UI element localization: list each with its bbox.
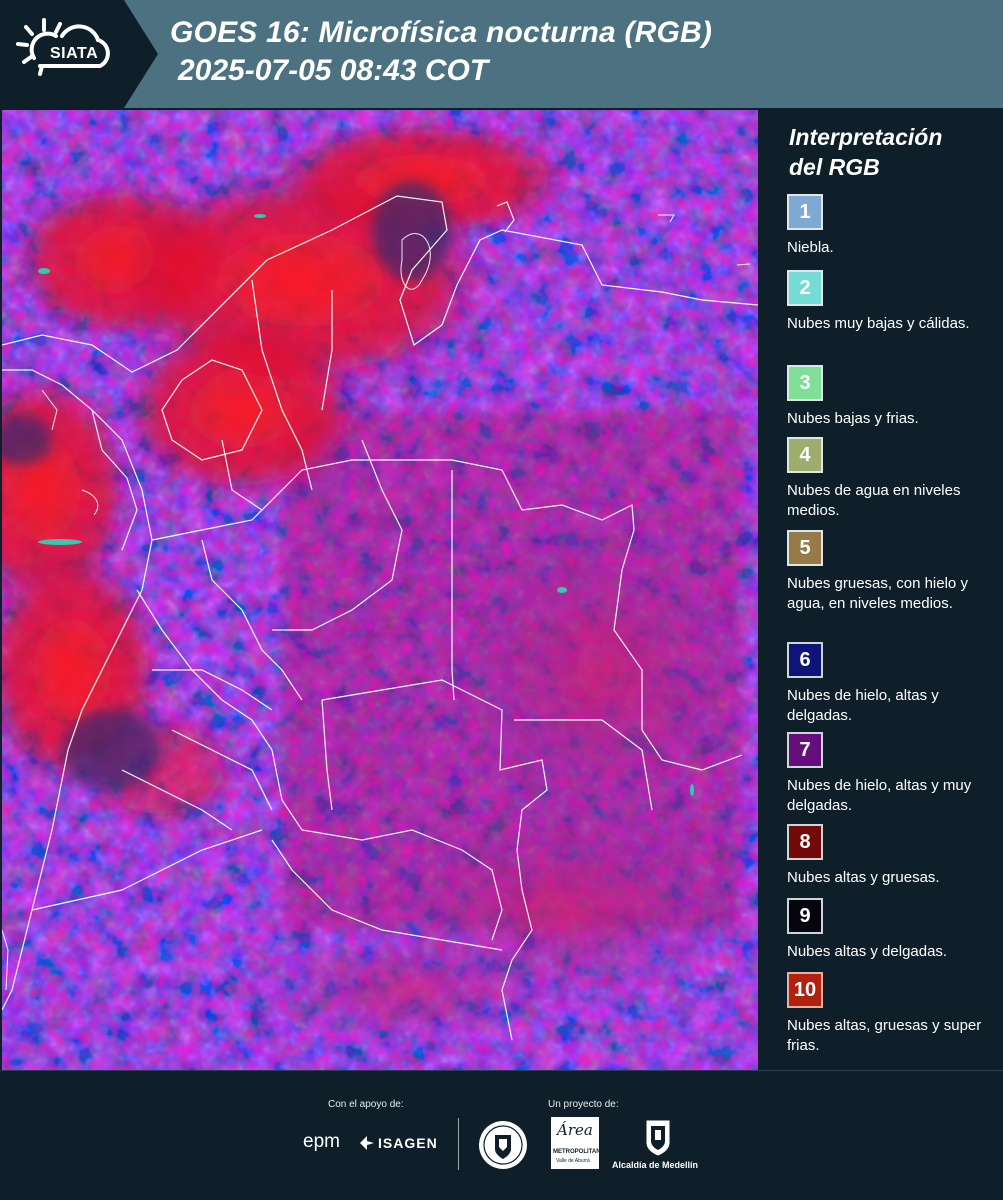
legend-item-label: Nubes de hielo, altas y delgadas. — [787, 687, 939, 724]
legend-swatch: 6 — [787, 642, 823, 678]
page-timestamp: 2025-07-05 08:43 COT — [178, 54, 489, 87]
area-metropolitana-logo[interactable]: Área METROPOLITANA Valle de Aburrá — [551, 1117, 605, 1169]
legend-item-label: Nubes altas y gruesas. — [787, 869, 940, 886]
footer-divider — [458, 1118, 459, 1170]
epm-logo-text: epm — [303, 1131, 340, 1152]
legend-item: 1 Niebla. — [787, 194, 997, 258]
alcaldia-caption: Alcaldía de Medellín — [612, 1160, 699, 1170]
legend-title-line1: Interpretación — [789, 124, 943, 150]
legend-swatch: 3 — [787, 365, 823, 401]
legend-item: 3 Nubes bajas y frias. — [787, 365, 997, 429]
legend-swatch: 9 — [787, 898, 823, 934]
legend-swatch: 7 — [787, 732, 823, 768]
page-title: GOES 16: Microfísica nocturna (RGB) — [170, 16, 713, 49]
legend-title: Interpretación del RGB — [789, 122, 942, 182]
legend-item: 7 Nubes de hielo, altas y muy delgadas. — [787, 732, 997, 816]
project-label: Un proyecto de: — [548, 1099, 619, 1110]
legend-item-label: Nubes altas y delgadas. — [787, 943, 948, 960]
legend-item: 9 Nubes altas y delgadas. — [787, 898, 997, 962]
legend-item-label: Niebla. — [787, 239, 834, 256]
footer: Con el apoyo de: Un proyecto de: epm ISA… — [0, 1070, 1003, 1200]
area-logo-subtext2: Valle de Aburrá — [556, 1158, 590, 1164]
isagen-logo[interactable]: ISAGEN — [360, 1135, 438, 1151]
legend-item-label: Nubes de agua en niveles medios. — [787, 482, 961, 519]
legend-item-label: Nubes altas, gruesas y super frias. — [787, 1017, 982, 1054]
header-bar: SIATA GOES 16: Microfísica nocturna (RGB… — [0, 0, 1003, 108]
legend-item: 5 Nubes gruesas, con hielo y agua, en ni… — [787, 530, 997, 614]
area-logo-subtext: METROPOLITANA — [553, 1149, 605, 1155]
legend-item-label: Nubes de hielo, altas y muy delgadas. — [787, 777, 972, 814]
legend-item: 6 Nubes de hielo, altas y delgadas. — [787, 642, 997, 726]
legend-swatch: 4 — [787, 437, 823, 473]
legend-swatch: 8 — [787, 824, 823, 860]
legend-item: 8 Nubes altas y gruesas. — [787, 824, 997, 888]
legend-swatch: 1 — [787, 194, 823, 230]
support-label: Con el apoyo de: — [328, 1099, 404, 1110]
legend-panel: Interpretación del RGB 1 Niebla. 2 Nubes… — [760, 108, 1003, 1070]
isagen-logo-text: ISAGEN — [378, 1135, 438, 1151]
legend-swatch: 5 — [787, 530, 823, 566]
epm-logo[interactable]: epm — [303, 1131, 340, 1153]
isagen-mark-icon — [360, 1136, 374, 1150]
siata-logo[interactable]: SIATA — [0, 0, 158, 108]
alcaldia-shield-icon[interactable] — [645, 1119, 671, 1157]
legend-item-label: Nubes muy bajas y cálidas. — [787, 315, 970, 332]
legend-swatch: 2 — [787, 270, 823, 306]
legend-item-label: Nubes gruesas, con hielo y agua, en nive… — [787, 575, 968, 612]
legend-item: 10 Nubes altas, gruesas y super frias. — [787, 972, 997, 1056]
medellin-seal-icon[interactable] — [477, 1119, 529, 1171]
legend-swatch: 10 — [787, 972, 823, 1008]
legend-item-label: Nubes bajas y frias. — [787, 410, 919, 427]
legend-item: 4 Nubes de agua en niveles medios. — [787, 437, 997, 521]
satellite-image[interactable] — [2, 110, 758, 1070]
satellite-rgb-render — [2, 110, 758, 1070]
area-logo-text: Área — [557, 1121, 593, 1139]
legend-title-line2: del RGB — [789, 154, 880, 180]
legend-item: 2 Nubes muy bajas y cálidas. — [787, 270, 997, 334]
logo-text: SIATA — [50, 45, 99, 62]
